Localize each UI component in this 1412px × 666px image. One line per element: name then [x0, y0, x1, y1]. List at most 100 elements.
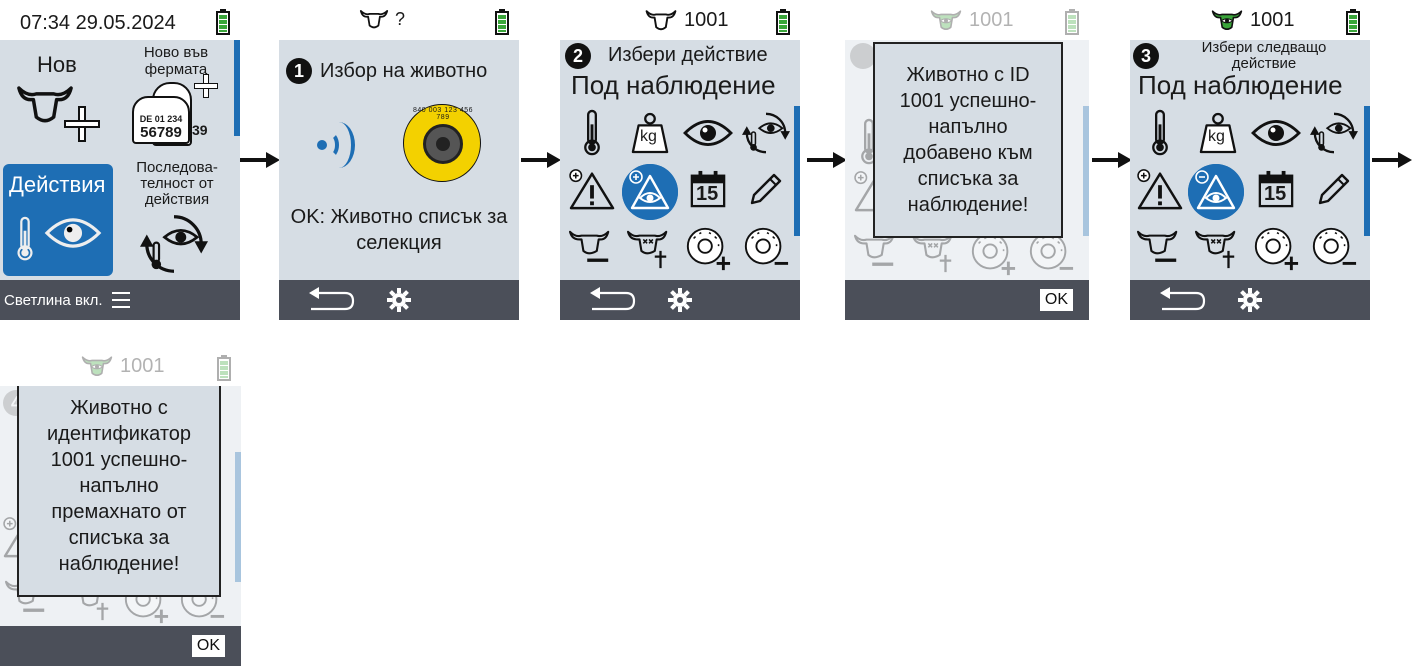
flow-arrow-icon — [807, 150, 847, 170]
gear-icon[interactable] — [1238, 288, 1262, 312]
battery-icon — [776, 9, 790, 35]
animal-death-action[interactable] — [1190, 224, 1246, 274]
action-grid: 2 Избери действие Под наблюдение kg 15 — [560, 40, 800, 280]
weight-action[interactable]: kg — [1190, 108, 1246, 158]
gear-icon[interactable] — [668, 288, 692, 312]
screen-choose-action: 1001 2 Избери действие Под наблюдение kg… — [560, 0, 800, 320]
tag-minus-icon — [1310, 225, 1358, 273]
cow-watch-icon — [80, 354, 114, 378]
alert-action[interactable] — [1132, 164, 1188, 214]
scrollbar[interactable] — [1364, 106, 1370, 236]
dimmed-background: 4 Животно с идентификатор 1001 успешно-н… — [0, 386, 241, 626]
tag-plus-icon — [1252, 225, 1300, 273]
screen-next-action: 1001 3 Избери следващо действие Под набл… — [1130, 0, 1370, 320]
eye-icon — [1251, 118, 1301, 148]
flow-arrow-icon — [1092, 150, 1132, 170]
battery-icon — [1346, 9, 1360, 35]
battery-icon — [1065, 9, 1079, 35]
light-on-label[interactable]: Светлина вкл. — [4, 292, 103, 309]
remove-tag-action[interactable] — [738, 224, 794, 274]
thermometer-icon — [13, 216, 37, 262]
calendar-day: 15 — [696, 183, 719, 205]
ok-button[interactable]: OK — [1039, 289, 1073, 311]
current-animal: 1001 — [929, 8, 1014, 32]
sequence-action[interactable] — [738, 108, 794, 158]
weight-action[interactable]: kg — [622, 108, 678, 158]
remove-from-watchlist-action[interactable] — [1188, 164, 1244, 220]
screen-heading: Избери следващо действие — [1201, 40, 1327, 72]
add-to-watchlist-action[interactable] — [622, 164, 678, 220]
observe-action[interactable] — [680, 108, 736, 158]
footer-bar: OK — [0, 626, 241, 666]
status-bar: 1001 — [845, 0, 1089, 40]
back-icon[interactable] — [588, 287, 636, 313]
cow-icon — [359, 8, 389, 30]
screen-main-menu: 07:34 29.05.2024 Нов Ново във фермата DE… — [0, 0, 240, 320]
scrollbar — [235, 452, 241, 582]
ear-tag-number-bottom: 56789 — [140, 124, 182, 141]
animal-id: 1001 — [684, 8, 729, 31]
pencil-icon — [746, 169, 786, 209]
clock: 07:34 29.05.2024 — [20, 12, 176, 34]
add-tag-action[interactable] — [1248, 224, 1304, 274]
current-animal: 1001 — [1210, 8, 1295, 32]
rfid-icon — [317, 122, 361, 170]
tile-new-on-farm[interactable]: Ново във фермата DE 01 234 56789 39 — [118, 40, 230, 158]
remove-tag-action[interactable] — [1306, 224, 1362, 274]
watch-remove-icon — [1188, 164, 1244, 220]
eye-icon — [683, 118, 733, 148]
menu-icon[interactable] — [112, 292, 130, 308]
cow-watch-icon — [929, 8, 963, 32]
status-bar: ? — [279, 0, 519, 40]
select-animal-body: 1 Избор на животно 840 003 123 456 789 O… — [279, 40, 519, 280]
menu-grid: Нов Ново във фермата DE 01 234 56789 39 — [0, 40, 240, 280]
back-icon[interactable] — [1158, 287, 1206, 313]
footer-bar: Светлина вкл. — [0, 280, 240, 320]
dimmed-background: Животно с ID 1001 успешно-напълно добаве… — [845, 40, 1089, 280]
cycle-icon — [140, 210, 208, 278]
tile-action-sequence[interactable]: Последова-телност от действия — [118, 160, 230, 276]
remove-animal-action[interactable] — [564, 224, 620, 274]
current-animal: ? — [359, 8, 405, 30]
cow-minus-icon — [568, 228, 616, 270]
calendar-action[interactable]: 15 — [1248, 164, 1304, 214]
animal-death-action[interactable] — [622, 224, 678, 274]
alert-action[interactable] — [564, 164, 620, 214]
gear-icon[interactable] — [387, 288, 411, 312]
edit-action[interactable] — [1306, 164, 1362, 214]
add-tag-action[interactable] — [680, 224, 736, 274]
cow-dead-icon — [626, 228, 674, 270]
temperature-action[interactable] — [564, 108, 620, 158]
tile-actions[interactable]: Действия — [3, 164, 113, 276]
step-number: 3 — [1133, 43, 1159, 69]
ok-button[interactable]: OK — [191, 635, 225, 657]
calendar-action[interactable]: 15 — [680, 164, 736, 214]
remove-animal-action[interactable] — [1132, 224, 1188, 274]
cow-watch-icon — [1210, 8, 1244, 32]
temperature-action[interactable] — [1132, 108, 1188, 158]
thermometer-icon — [1148, 109, 1172, 157]
success-popup: Животно с ID 1001 успешно-напълно добаве… — [873, 42, 1063, 238]
footer-bar — [560, 280, 800, 320]
back-icon[interactable] — [307, 287, 355, 313]
sequence-action[interactable] — [1306, 108, 1362, 158]
animal-id: 1001 — [120, 354, 165, 377]
warning-icon — [568, 168, 616, 210]
weight-label: kg — [1208, 128, 1225, 145]
tile-new[interactable]: Нов — [0, 40, 115, 158]
edit-action[interactable] — [738, 164, 794, 214]
step-number: 2 — [565, 43, 591, 69]
tag-number: 840 003 123 456 789 — [412, 107, 474, 121]
scrollbar[interactable] — [794, 106, 800, 236]
observe-action[interactable] — [1248, 108, 1304, 158]
status-bar: 1001 — [0, 346, 241, 386]
eye-icon — [41, 216, 105, 250]
tile-new-on-farm-label: Ново във фермата — [143, 44, 209, 78]
current-animal: 1001 — [644, 8, 729, 32]
ok-hint: OK: Животно списък за селекция — [290, 206, 508, 254]
scrollbar[interactable] — [234, 40, 240, 136]
animal-id: ? — [395, 8, 406, 29]
step-number: 1 — [286, 58, 312, 84]
battery-icon — [216, 9, 230, 35]
scrollbar — [1083, 106, 1089, 236]
